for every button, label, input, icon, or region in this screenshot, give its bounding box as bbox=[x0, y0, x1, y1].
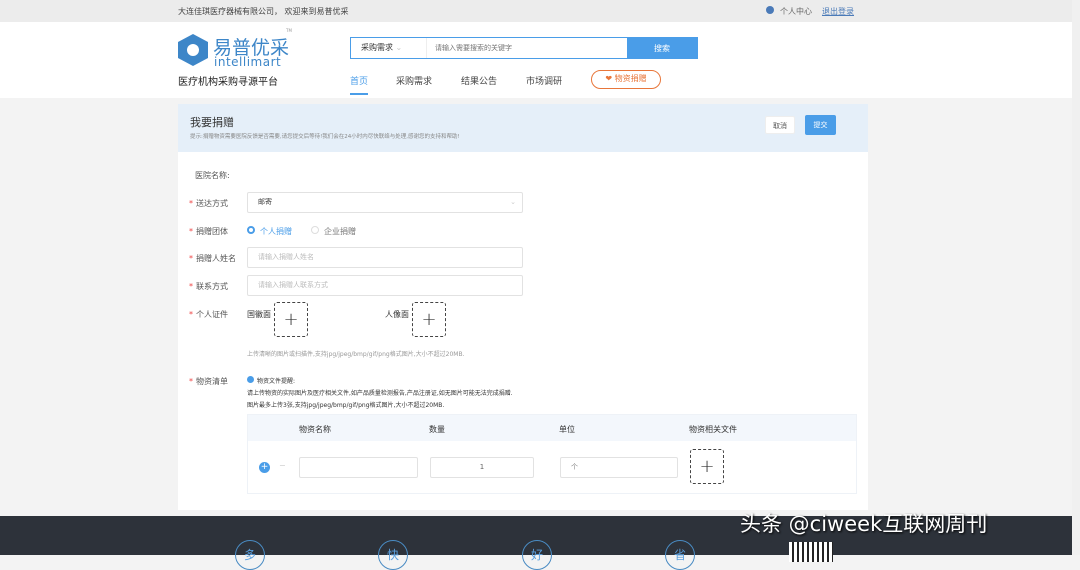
nav-market[interactable]: 市场调研 bbox=[526, 74, 562, 87]
material-name-input[interactable] bbox=[299, 457, 418, 478]
footer-circle-hao: 好 bbox=[522, 540, 552, 570]
top-bar: 大连佳琪医疗器械有限公司， 欢迎来到易普优采 个人中心 退出登录 bbox=[0, 0, 1080, 22]
quantity-input[interactable]: 1 bbox=[430, 457, 534, 478]
delivery-label: * 送达方式 bbox=[189, 199, 228, 208]
search-bar: 采购需求 ⌄ 搜索 bbox=[350, 37, 698, 59]
add-row-icon[interactable]: + bbox=[259, 462, 270, 473]
info-icon bbox=[247, 376, 254, 383]
logo-tm: TM bbox=[286, 28, 292, 33]
user-center-link[interactable]: 个人中心 bbox=[780, 6, 812, 17]
logout-link[interactable]: 退出登录 bbox=[822, 6, 854, 17]
id-label: * 个人证件 bbox=[189, 310, 228, 319]
materials-table: 物资名称 数量 单位 物资相关文件 + − 1 个 + bbox=[247, 414, 857, 494]
footer-circle-duo: 多 bbox=[235, 540, 265, 570]
donate-button[interactable]: ❤ 物资捐赠 bbox=[591, 70, 661, 89]
logo-sub: intellimart bbox=[214, 55, 282, 69]
group-label: * 捐赠团体 bbox=[189, 227, 228, 236]
contact-label: * 联系方式 bbox=[189, 282, 228, 291]
unit-input[interactable]: 个 bbox=[560, 457, 678, 478]
scrollbar[interactable] bbox=[1072, 0, 1080, 555]
user-icon bbox=[766, 6, 774, 14]
name-label: * 捐赠人姓名 bbox=[189, 254, 236, 263]
nav-results[interactable]: 结果公告 bbox=[461, 74, 497, 87]
footer-circle-sheng: 省 bbox=[665, 540, 695, 570]
welcome-text: 大连佳琪医疗器械有限公司， 欢迎来到易普优采 bbox=[178, 7, 349, 16]
remove-row-icon[interactable]: − bbox=[279, 461, 286, 470]
radio-personal-label[interactable]: 个人捐赠 bbox=[260, 226, 292, 237]
page-title: 我要捐赠 bbox=[190, 116, 234, 129]
heart-hand-icon: ❤ bbox=[605, 74, 613, 83]
submit-button[interactable]: 提交 bbox=[805, 115, 836, 135]
delivery-select[interactable]: 邮寄 ⌄ bbox=[247, 192, 523, 213]
footer-circle-kuai: 快 bbox=[378, 540, 408, 570]
col-name: 物资名称 bbox=[299, 425, 331, 434]
tip-title: 物资文件提醒: bbox=[257, 378, 296, 385]
search-category-select[interactable]: 采购需求 ⌄ bbox=[351, 38, 427, 58]
nav-home[interactable]: 首页 bbox=[350, 74, 369, 95]
upload-material-file-button[interactable]: + bbox=[690, 449, 724, 484]
chevron-down-icon: ⌄ bbox=[510, 198, 516, 206]
banner-desc: 提示:捐赠物资需要医院反馈是否需要,请您提交后等待!我们会在24小时内尽快联络与… bbox=[190, 134, 460, 140]
tip-line-1: 请上传物资的实际图片及医疗相关文件,如产品质量检测报告,产品注册证,如无图片可能… bbox=[247, 390, 513, 397]
table-header: 物资名称 数量 单位 物资相关文件 bbox=[248, 415, 856, 441]
list-label: * 物资清单 bbox=[189, 377, 228, 386]
contact-input[interactable]: 请输入捐赠人联系方式 bbox=[247, 275, 523, 296]
search-button[interactable]: 搜索 bbox=[627, 38, 697, 58]
hospital-label: 医院名称: bbox=[195, 171, 230, 180]
id-back-label: 人像面 bbox=[385, 310, 409, 319]
nav-procurement[interactable]: 采购需求 bbox=[396, 74, 432, 87]
id-hint: 上传清晰的图片或扫描件,支持jpg/jpeg/bmp/gif/png格式图片,大… bbox=[247, 351, 465, 358]
radio-company[interactable] bbox=[311, 226, 319, 234]
upload-id-back-button[interactable]: + bbox=[412, 302, 446, 337]
upload-id-front-button[interactable]: + bbox=[274, 302, 308, 337]
tip-line-2: 图片最多上传3张,支持jpg/jpeg/bmp/gif/png格式图片,大小不超… bbox=[247, 402, 445, 409]
watermark: 头条 @ciweek互联网周刊 bbox=[740, 512, 988, 536]
donation-banner: 我要捐赠 提示:捐赠物资需要医院反馈是否需要,请您提交后等待!我们会在24小时内… bbox=[178, 104, 868, 152]
tagline: 医疗机构采购寻源平台 bbox=[178, 77, 278, 88]
id-front-label: 国徽面 bbox=[247, 310, 271, 319]
col-files: 物资相关文件 bbox=[689, 425, 737, 434]
radio-personal[interactable] bbox=[247, 226, 255, 234]
donor-name-input[interactable]: 请输入捐赠人姓名 bbox=[247, 247, 523, 268]
cancel-button[interactable]: 取消 bbox=[765, 116, 795, 134]
radio-company-label[interactable]: 企业捐赠 bbox=[324, 226, 356, 237]
search-input[interactable] bbox=[427, 38, 627, 58]
qr-code bbox=[789, 542, 833, 562]
col-qty: 数量 bbox=[429, 425, 445, 434]
col-unit: 单位 bbox=[559, 425, 575, 434]
